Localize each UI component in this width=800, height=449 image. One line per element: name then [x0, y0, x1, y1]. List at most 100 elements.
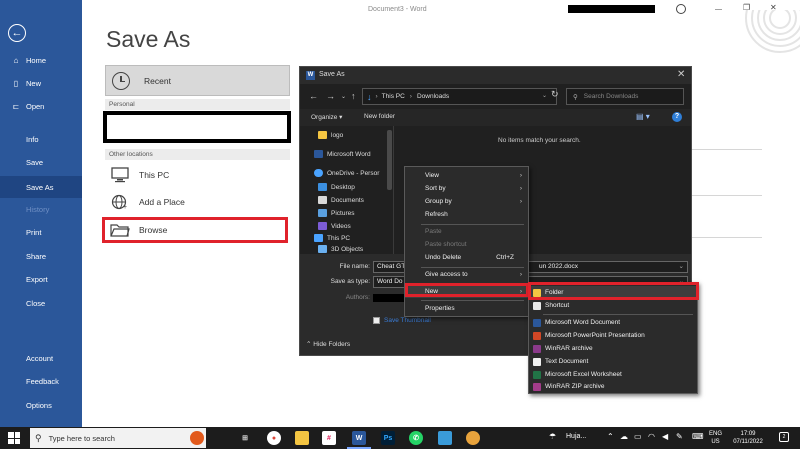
- chrome-icon[interactable]: ●: [267, 431, 281, 445]
- language-indicator[interactable]: ENG US: [709, 430, 722, 446]
- submenu-item-text-document[interactable]: Text Document: [529, 355, 697, 368]
- restore-icon[interactable]: ❐: [743, 3, 750, 12]
- address-bar[interactable]: ↓ › This PC › Downloads: [362, 88, 557, 105]
- sidebar-item-new[interactable]: ▯ New: [0, 73, 82, 93]
- breadcrumb-item[interactable]: Downloads: [417, 93, 449, 100]
- up-arrow-icon[interactable]: ↑: [351, 91, 356, 101]
- app-icon[interactable]: [466, 431, 480, 445]
- redacted-personal-location[interactable]: [103, 111, 291, 143]
- sidebar-item-account[interactable]: Account: [0, 348, 82, 368]
- help-icon[interactable]: ?: [672, 112, 682, 122]
- location-add-place[interactable]: + Add a Place: [105, 190, 290, 214]
- sidebar-item-label: Account: [26, 353, 54, 363]
- hide-folders-button[interactable]: ⌃ Hide Folders: [306, 340, 350, 348]
- nav-item-onedrive[interactable]: OneDrive - Persor: [314, 167, 379, 179]
- breadcrumb-item[interactable]: This PC: [382, 93, 405, 100]
- dialog-titlebar[interactable]: W Save As ✕: [300, 67, 691, 84]
- windows-start-icon[interactable]: [8, 432, 20, 444]
- nav-item-pictures[interactable]: Pictures: [318, 207, 354, 219]
- sidebar-item-feedback[interactable]: Feedback: [0, 371, 82, 391]
- submenu-item-winrar-zip[interactable]: WinRAR ZIP archive: [529, 380, 697, 393]
- cloud-icon[interactable]: ☁: [620, 432, 628, 441]
- photoshop-icon[interactable]: Ps: [381, 431, 395, 445]
- globe-add-icon: +: [109, 194, 131, 210]
- sidebar-item-label: Export: [26, 274, 48, 284]
- battery-icon[interactable]: ▭: [634, 432, 642, 441]
- pictures-icon: [318, 209, 327, 217]
- thumbnail-checkbox[interactable]: [373, 317, 380, 324]
- refresh-icon[interactable]: ↻: [551, 89, 559, 100]
- keyboard-icon[interactable]: ⌨: [692, 432, 704, 441]
- submenu-item-shortcut[interactable]: Shortcut: [529, 299, 697, 312]
- scrollbar[interactable]: [387, 130, 392, 190]
- minimize-icon[interactable]: —: [715, 6, 722, 13]
- word-icon[interactable]: W: [352, 431, 366, 445]
- nav-item-3d-objects[interactable]: 3D Objects: [318, 243, 363, 254]
- videos-icon: [318, 222, 327, 230]
- submenu-item-word-document[interactable]: Microsoft Word Document: [529, 316, 697, 329]
- task-view-icon[interactable]: ⊞: [238, 431, 252, 445]
- weather-icon[interactable]: ☂: [549, 432, 556, 441]
- nav-item-videos[interactable]: Videos: [318, 220, 351, 232]
- sidebar-item-save-as[interactable]: Save As: [0, 176, 82, 198]
- nav-item-desktop[interactable]: Desktop: [318, 181, 355, 193]
- new-folder-button[interactable]: New folder: [364, 113, 395, 120]
- sidebar-item-print[interactable]: Print: [0, 222, 82, 242]
- sidebar-item-open[interactable]: ⊏ Open: [0, 96, 82, 116]
- menu-item-give-access[interactable]: Give access to ›: [405, 268, 528, 281]
- notes-app-icon[interactable]: [438, 431, 452, 445]
- nav-item-logo[interactable]: logo: [318, 129, 343, 141]
- notification-icon[interactable]: 2: [779, 432, 789, 442]
- chevron-up-icon[interactable]: ⌃: [607, 432, 614, 441]
- menu-item-properties[interactable]: Properties: [405, 302, 528, 315]
- sidebar-item-home[interactable]: ⌂ Home: [0, 50, 82, 70]
- file-explorer-icon[interactable]: [295, 431, 309, 445]
- chevron-right-icon: ›: [519, 271, 522, 278]
- weather-label[interactable]: Huja...: [566, 433, 586, 440]
- forward-arrow-icon[interactable]: →: [326, 91, 335, 101]
- sidebar-item-save[interactable]: Save: [0, 152, 82, 172]
- file-name-value: Cheat GT: [377, 263, 406, 270]
- nav-item-microsoft-word[interactable]: Microsoft Word: [314, 148, 371, 160]
- slack-icon[interactable]: #: [322, 431, 336, 445]
- sidebar-item-share[interactable]: Share: [0, 246, 82, 266]
- search-input[interactable]: ⚲ Search Downloads: [566, 88, 684, 105]
- sidebar-item-options[interactable]: Options: [0, 395, 82, 415]
- sidebar-item-info[interactable]: Info: [0, 129, 82, 149]
- chevron-down-icon[interactable]: ⌄: [542, 92, 547, 99]
- recent-button[interactable]: Recent: [105, 65, 290, 96]
- sidebar-item-export[interactable]: Export: [0, 269, 82, 289]
- close-icon[interactable]: ✕: [677, 69, 685, 80]
- pen-icon[interactable]: ✎: [676, 432, 683, 441]
- sidebar-item-label: Share: [26, 251, 47, 261]
- navigation-pane: logo Microsoft Word OneDrive - Persor De…: [300, 126, 394, 254]
- nav-item-documents[interactable]: Documents: [318, 194, 364, 206]
- search-highlight-icon[interactable]: [190, 431, 204, 445]
- volume-icon[interactable]: ◀: [662, 432, 668, 441]
- location-this-pc[interactable]: This PC: [105, 163, 290, 187]
- view-options-icon[interactable]: ▤ ▾: [636, 112, 650, 121]
- clock[interactable]: 17:09 07/11/2022: [728, 430, 768, 446]
- back-arrow-icon[interactable]: ←: [8, 24, 26, 42]
- menu-item-refresh[interactable]: Refresh: [405, 208, 528, 221]
- menu-item-sort-by[interactable]: Sort by ›: [405, 182, 528, 195]
- chevron-down-icon[interactable]: ⌄: [341, 93, 346, 100]
- submenu-item-powerpoint[interactable]: Microsoft PowerPoint Presentation: [529, 329, 697, 342]
- user-icon[interactable]: [676, 4, 686, 14]
- menu-item-group-by[interactable]: Group by ›: [405, 195, 528, 208]
- submenu-item-winrar[interactable]: WinRAR archive: [529, 342, 697, 355]
- text-doc-icon: [533, 358, 541, 366]
- whatsapp-icon[interactable]: ✆: [409, 431, 423, 445]
- close-icon[interactable]: ✕: [770, 3, 777, 12]
- back-arrow-icon[interactable]: ←: [309, 91, 318, 101]
- taskbar-search-input[interactable]: ⚲ Type here to search: [30, 428, 206, 448]
- wifi-icon[interactable]: ◠: [648, 432, 655, 441]
- search-icon: ⚲: [35, 432, 42, 443]
- location-label: This PC: [139, 170, 170, 180]
- sidebar-item-close[interactable]: Close: [0, 293, 82, 313]
- organize-button[interactable]: Organize ▾: [311, 113, 342, 121]
- menu-separator: [421, 300, 524, 301]
- menu-item-undo-delete[interactable]: Undo Delete Ctrl+Z: [405, 251, 528, 264]
- menu-item-label: Undo Delete: [425, 254, 462, 261]
- menu-item-view[interactable]: View ›: [405, 169, 528, 182]
